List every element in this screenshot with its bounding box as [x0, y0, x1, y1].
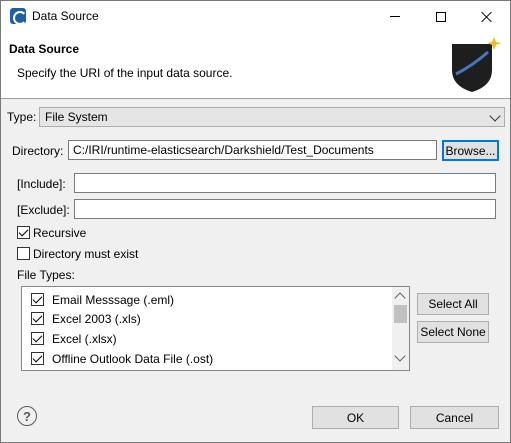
file-type-checkbox[interactable]: [31, 312, 44, 325]
banner-description: Specify the URI of the input data source…: [17, 66, 233, 80]
recursive-checkbox[interactable]: [17, 226, 30, 239]
help-icon[interactable]: ?: [17, 406, 37, 426]
list-item[interactable]: Excel 2003 (.xls): [22, 309, 392, 328]
minimize-button[interactable]: [372, 1, 418, 32]
scroll-down-icon[interactable]: [394, 350, 406, 362]
exclude-input[interactable]: [74, 199, 496, 219]
select-none-button[interactable]: Select None: [417, 321, 489, 343]
close-icon: [481, 11, 493, 23]
exclude-label: [Exclude]:: [17, 203, 70, 217]
include-input[interactable]: [74, 173, 496, 193]
include-label: [Include]:: [17, 177, 66, 191]
type-label: Type:: [7, 110, 37, 124]
directory-must-exist-checkbox[interactable]: [17, 247, 30, 260]
file-type-checkbox[interactable]: [31, 293, 44, 306]
type-select[interactable]: File System: [39, 107, 505, 127]
banner-title: Data Source: [9, 42, 80, 56]
type-select-value: File System: [45, 110, 108, 124]
directory-must-exist-label: Directory must exist: [33, 247, 139, 261]
maximize-button[interactable]: [418, 1, 464, 32]
title-bar: Data Source: [1, 1, 510, 32]
file-type-label: Excel (.xlsx): [52, 332, 117, 346]
file-type-label: Email Messsage (.eml): [52, 293, 175, 307]
list-scrollbar[interactable]: [392, 287, 409, 370]
window-title: Data Source: [32, 9, 99, 23]
app-icon: [10, 8, 27, 25]
ok-button[interactable]: OK: [312, 406, 399, 429]
scroll-thumb[interactable]: [394, 305, 407, 323]
browse-button[interactable]: Browse...: [442, 140, 499, 161]
file-types-label: File Types:: [17, 268, 75, 282]
list-item[interactable]: Offline Outlook Data File (.ost): [22, 349, 392, 368]
file-type-label: Offline Outlook Data File (.ost): [52, 352, 214, 366]
file-type-checkbox[interactable]: [31, 332, 44, 345]
select-all-button[interactable]: Select All: [417, 293, 489, 315]
directory-label: Directory:: [12, 144, 64, 158]
directory-input[interactable]: [68, 140, 437, 160]
list-item[interactable]: Excel (.xlsx): [22, 329, 392, 348]
minimize-icon: [390, 16, 400, 17]
data-source-dialog: Data Source Data Source Specify the URI …: [0, 0, 511, 443]
list-item[interactable]: Email Messsage (.eml): [22, 290, 392, 309]
file-types-list[interactable]: Email Messsage (.eml) Excel 2003 (.xls) …: [21, 286, 410, 371]
scroll-up-icon[interactable]: [394, 292, 406, 304]
chevron-down-icon: [489, 110, 501, 122]
maximize-icon: [436, 11, 446, 22]
header-banner: Data Source Specify the URI of the input…: [1, 32, 510, 99]
cancel-button[interactable]: Cancel: [410, 406, 499, 429]
file-type-label: Excel 2003 (.xls): [52, 312, 141, 326]
shield-icon: [452, 37, 501, 92]
close-button[interactable]: [464, 1, 510, 32]
recursive-label: Recursive: [33, 226, 87, 240]
file-type-checkbox[interactable]: [31, 352, 44, 365]
